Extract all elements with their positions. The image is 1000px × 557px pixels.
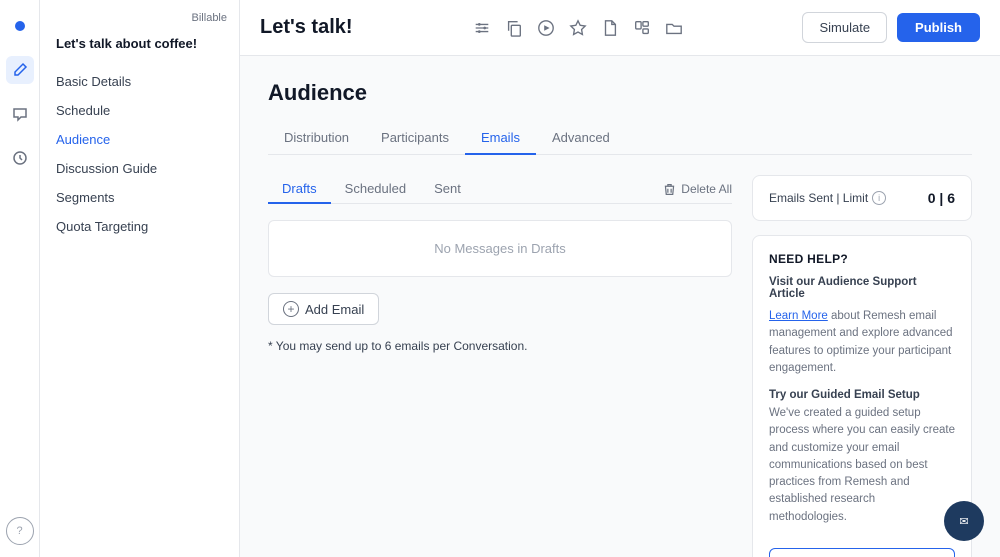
- learn-more-link[interactable]: Learn More: [769, 310, 828, 322]
- sidebar-item-audience[interactable]: Audience: [40, 125, 239, 154]
- copy-icon[interactable]: [504, 18, 524, 38]
- project-title: Let's talk about coffee!: [40, 32, 239, 67]
- add-email-label: Add Email: [305, 302, 364, 317]
- help-card-learn-more-text: Learn More about Remesh email management…: [769, 308, 955, 377]
- sidebar-item-basic-details[interactable]: Basic Details: [40, 67, 239, 96]
- emails-sent-label: Emails Sent | Limit i: [769, 191, 886, 205]
- emails-sent-card: Emails Sent | Limit i 0 | 6: [752, 175, 972, 221]
- logo-icon[interactable]: [6, 12, 34, 40]
- content-left: Drafts Scheduled Sent Delete All No Mess…: [268, 175, 732, 353]
- plus-circle-icon: +: [283, 301, 299, 317]
- help-card-visit-label: Visit our Audience Support Article: [769, 276, 955, 300]
- delete-all-label: Delete All: [681, 182, 732, 196]
- info-icon[interactable]: i: [872, 191, 886, 205]
- simulate-button[interactable]: Simulate: [802, 12, 887, 43]
- add-email-button[interactable]: + Add Email: [268, 293, 379, 325]
- main-content: Let's talk!: [240, 0, 1000, 557]
- edit-nav-icon[interactable]: [6, 56, 34, 84]
- top-bar-actions: Simulate Publish: [802, 12, 980, 43]
- email-sub-tabs: Drafts Scheduled Sent Delete All: [268, 175, 732, 204]
- tab-distribution[interactable]: Distribution: [268, 122, 365, 155]
- billing-label: Billable: [40, 12, 239, 32]
- chat-nav-icon[interactable]: [6, 100, 34, 128]
- content-grid: Drafts Scheduled Sent Delete All No Mess…: [268, 175, 972, 557]
- play-icon[interactable]: [536, 18, 556, 38]
- sidebar: Billable Let's talk about coffee! Basic …: [40, 0, 240, 557]
- email-limit-note: * You may send up to 6 emails per Conver…: [268, 339, 732, 353]
- empty-drafts-box: No Messages in Drafts: [268, 220, 732, 277]
- page-heading: Audience: [268, 80, 972, 106]
- top-bar-project-name: Let's talk!: [260, 16, 353, 39]
- download-icon[interactable]: [632, 18, 652, 38]
- guided-setup-text: We've created a guided setup process whe…: [769, 405, 955, 526]
- sidebar-item-segments[interactable]: Segments: [40, 183, 239, 212]
- folder-icon[interactable]: [664, 18, 684, 38]
- sub-tab-sent[interactable]: Sent: [420, 175, 475, 204]
- guided-setup-title: Try our Guided Email Setup: [769, 389, 955, 401]
- help-card-title: NEED HELP?: [769, 252, 955, 266]
- sub-tab-scheduled[interactable]: Scheduled: [331, 175, 420, 204]
- content-right: Emails Sent | Limit i 0 | 6 NEED HELP? V…: [752, 175, 972, 557]
- tab-emails[interactable]: Emails: [465, 122, 536, 155]
- top-bar: Let's talk!: [240, 0, 1000, 56]
- sidebar-item-schedule[interactable]: Schedule: [40, 96, 239, 125]
- top-bar-icons: [472, 18, 684, 38]
- chat-support-bubble[interactable]: ✉: [944, 501, 984, 541]
- publish-button[interactable]: Publish: [897, 13, 980, 42]
- sub-tab-drafts[interactable]: Drafts: [268, 175, 331, 204]
- sidebar-item-quota-targeting[interactable]: Quota Targeting: [40, 212, 239, 241]
- page-content: Audience Distribution Participants Email…: [240, 56, 1000, 557]
- tab-advanced[interactable]: Advanced: [536, 122, 626, 155]
- emails-sent-value: 0 | 6: [928, 190, 955, 206]
- tab-participants[interactable]: Participants: [365, 122, 465, 155]
- file-icon[interactable]: [600, 18, 620, 38]
- empty-drafts-message: No Messages in Drafts: [434, 241, 566, 256]
- main-tabs: Distribution Participants Emails Advance…: [268, 122, 972, 155]
- clock-nav-icon[interactable]: [6, 144, 34, 172]
- help-rail-icon[interactable]: ?: [6, 517, 34, 545]
- star-icon[interactable]: [568, 18, 588, 38]
- settings-icon[interactable]: [472, 18, 492, 38]
- sidebar-item-discussion-guide[interactable]: Discussion Guide: [40, 154, 239, 183]
- start-guided-setup-button[interactable]: Start Guided Setup: [769, 548, 955, 557]
- help-card: NEED HELP? Visit our Audience Support Ar…: [752, 235, 972, 557]
- icon-rail: ?: [0, 0, 40, 557]
- delete-all-button[interactable]: Delete All: [663, 182, 732, 196]
- svg-text:✉: ✉: [959, 516, 968, 528]
